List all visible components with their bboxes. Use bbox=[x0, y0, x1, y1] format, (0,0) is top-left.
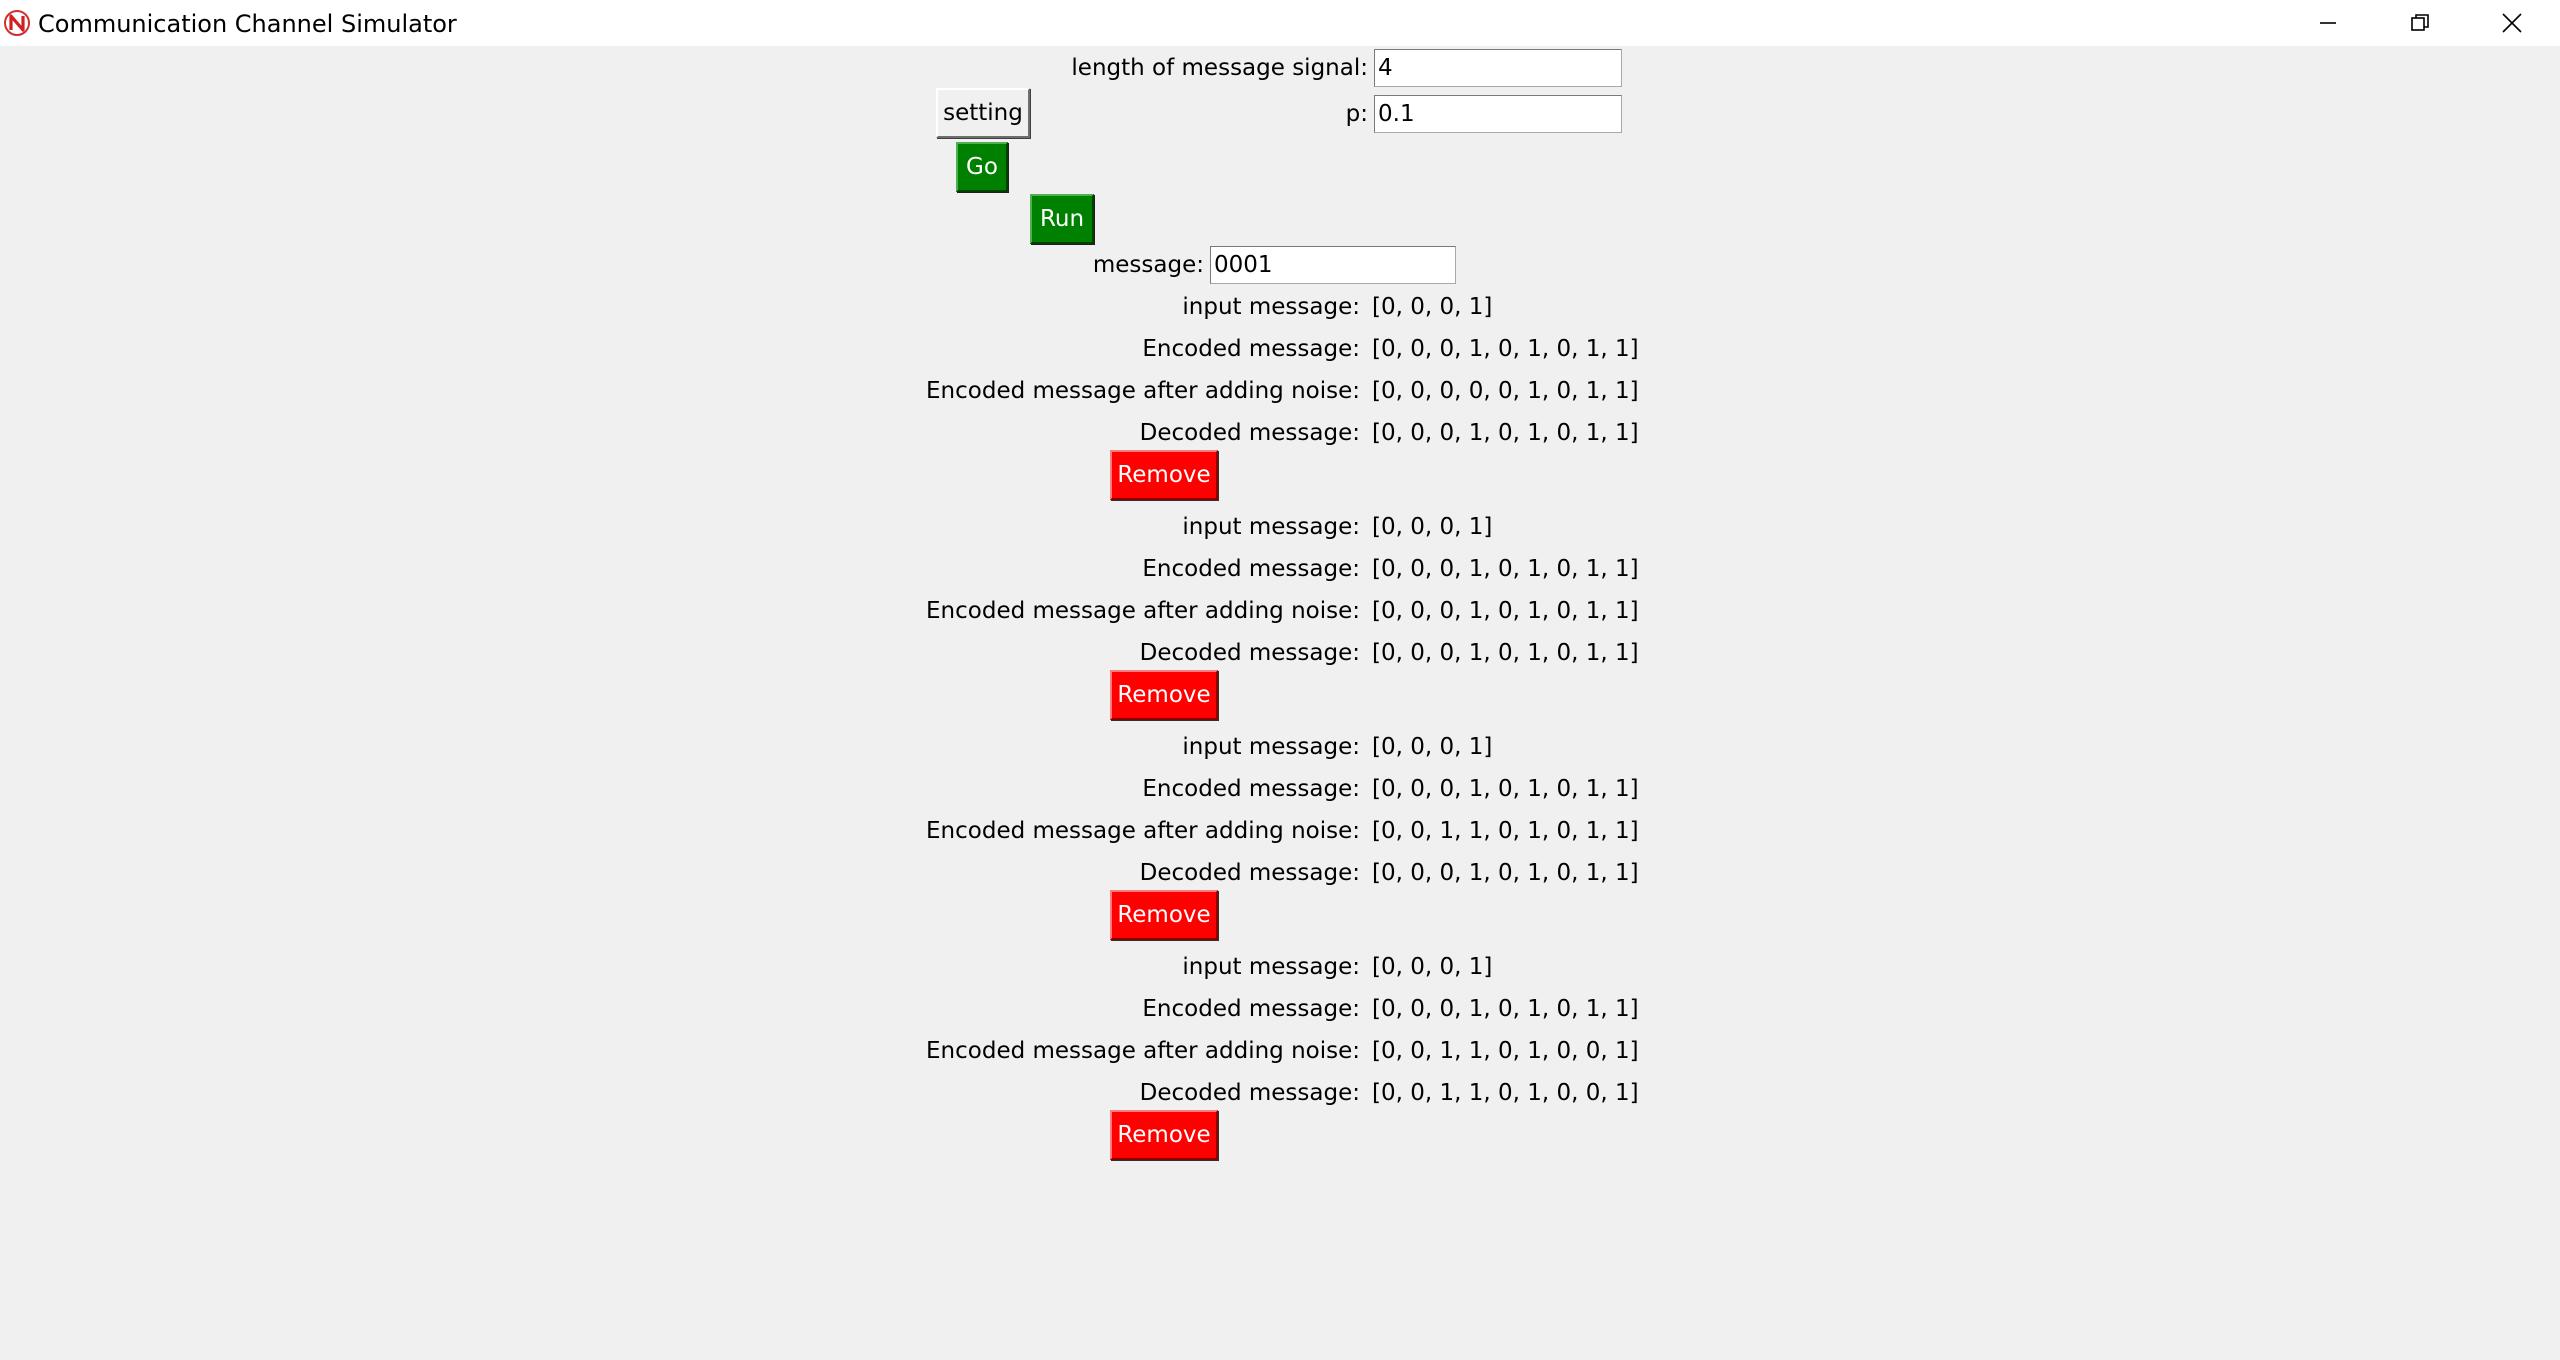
input-value: [0, 0, 0, 1] bbox=[1372, 514, 1493, 540]
result-block-3: input message: [0, 0, 0, 1] Encoded mess… bbox=[0, 730, 2560, 950]
minimize-button[interactable] bbox=[2282, 0, 2374, 46]
decoded-value: [0, 0, 0, 1, 0, 1, 0, 1, 1] bbox=[1372, 420, 1639, 446]
encoded-value: [0, 0, 0, 1, 0, 1, 0, 1, 1] bbox=[1372, 996, 1639, 1022]
input-row: input message: [0, 0, 0, 1] bbox=[0, 510, 2560, 544]
noisy-value: [0, 0, 0, 0, 0, 1, 0, 1, 1] bbox=[1372, 378, 1639, 404]
close-button[interactable] bbox=[2466, 0, 2558, 46]
encoded-value: [0, 0, 0, 1, 0, 1, 0, 1, 1] bbox=[1372, 336, 1639, 362]
noisy-label: Encoded message after adding noise: bbox=[926, 378, 1360, 404]
app-icon bbox=[4, 10, 30, 36]
decoded-row: Decoded message: [0, 0, 0, 1, 0, 1, 0, 1… bbox=[0, 856, 2560, 890]
message-input[interactable] bbox=[1210, 246, 1456, 284]
encoded-row: Encoded message: [0, 0, 0, 1, 0, 1, 0, 1… bbox=[0, 332, 2560, 366]
input-value: [0, 0, 0, 1] bbox=[1372, 734, 1493, 760]
minimize-icon bbox=[2320, 22, 2336, 24]
message-label: message: bbox=[1092, 252, 1204, 278]
remove-button[interactable]: Remove bbox=[1110, 890, 1218, 940]
input-label: input message: bbox=[1182, 734, 1360, 760]
window-title: Communication Channel Simulator bbox=[38, 10, 457, 38]
encoded-row: Encoded message: [0, 0, 0, 1, 0, 1, 0, 1… bbox=[0, 552, 2560, 586]
restore-icon bbox=[2411, 14, 2429, 31]
decoded-value: [0, 0, 0, 1, 0, 1, 0, 1, 1] bbox=[1372, 860, 1639, 886]
noisy-row: Encoded message after adding noise: [0, … bbox=[0, 594, 2560, 628]
noisy-row: Encoded message after adding noise: [0, … bbox=[0, 814, 2560, 848]
noisy-value: [0, 0, 1, 1, 0, 1, 0, 1, 1] bbox=[1372, 818, 1639, 844]
encoded-label: Encoded message: bbox=[1142, 996, 1360, 1022]
decoded-row: Decoded message: [0, 0, 0, 1, 0, 1, 0, 1… bbox=[0, 636, 2560, 670]
input-label: input message: bbox=[1182, 514, 1360, 540]
remove-button[interactable]: Remove bbox=[1110, 670, 1218, 720]
encoded-label: Encoded message: bbox=[1142, 776, 1360, 802]
encoded-row: Encoded message: [0, 0, 0, 1, 0, 1, 0, 1… bbox=[0, 992, 2560, 1026]
noisy-label: Encoded message after adding noise: bbox=[926, 818, 1360, 844]
run-button[interactable]: Run bbox=[1030, 194, 1094, 244]
decoded-row: Decoded message: [0, 0, 0, 1, 0, 1, 0, 1… bbox=[0, 416, 2560, 450]
decoded-value: [0, 0, 0, 1, 0, 1, 0, 1, 1] bbox=[1372, 640, 1639, 666]
restore-button[interactable] bbox=[2374, 0, 2466, 46]
p-input[interactable] bbox=[1374, 95, 1622, 133]
title-bar: Communication Channel Simulator bbox=[0, 0, 2560, 46]
close-icon bbox=[2502, 13, 2522, 33]
noisy-value: [0, 0, 1, 1, 0, 1, 0, 0, 1] bbox=[1372, 1038, 1639, 1064]
setting-button[interactable]: setting bbox=[936, 88, 1030, 138]
decoded-label: Decoded message: bbox=[1139, 640, 1360, 666]
decoded-label: Decoded message: bbox=[1139, 860, 1360, 886]
length-input[interactable] bbox=[1374, 49, 1622, 87]
noisy-row: Encoded message after adding noise: [0, … bbox=[0, 1034, 2560, 1068]
encoded-value: [0, 0, 0, 1, 0, 1, 0, 1, 1] bbox=[1372, 776, 1639, 802]
remove-button[interactable]: Remove bbox=[1110, 450, 1218, 500]
input-label: input message: bbox=[1182, 294, 1360, 320]
result-block-1: input message: [0, 0, 0, 1] Encoded mess… bbox=[0, 290, 2560, 510]
input-row: input message: [0, 0, 0, 1] bbox=[0, 290, 2560, 324]
input-row: input message: [0, 0, 0, 1] bbox=[0, 950, 2560, 984]
decoded-row: Decoded message: [0, 0, 1, 1, 0, 1, 0, 0… bbox=[0, 1076, 2560, 1110]
noisy-row: Encoded message after adding noise: [0, … bbox=[0, 374, 2560, 408]
length-label: length of message signal: bbox=[1071, 55, 1368, 81]
go-button[interactable]: Go bbox=[956, 142, 1008, 192]
noisy-value: [0, 0, 0, 1, 0, 1, 0, 1, 1] bbox=[1372, 598, 1639, 624]
input-label: input message: bbox=[1182, 954, 1360, 980]
encoded-value: [0, 0, 0, 1, 0, 1, 0, 1, 1] bbox=[1372, 556, 1639, 582]
encoded-label: Encoded message: bbox=[1142, 336, 1360, 362]
decoded-label: Decoded message: bbox=[1139, 1080, 1360, 1106]
p-label: p: bbox=[1345, 101, 1368, 127]
noisy-label: Encoded message after adding noise: bbox=[926, 1038, 1360, 1064]
input-value: [0, 0, 0, 1] bbox=[1372, 954, 1493, 980]
result-block-2: input message: [0, 0, 0, 1] Encoded mess… bbox=[0, 510, 2560, 730]
result-block-4: input message: [0, 0, 0, 1] Encoded mess… bbox=[0, 950, 2560, 1170]
decoded-label: Decoded message: bbox=[1139, 420, 1360, 446]
noisy-label: Encoded message after adding noise: bbox=[926, 598, 1360, 624]
input-row: input message: [0, 0, 0, 1] bbox=[0, 730, 2560, 764]
input-value: [0, 0, 0, 1] bbox=[1372, 294, 1493, 320]
decoded-value: [0, 0, 1, 1, 0, 1, 0, 0, 1] bbox=[1372, 1080, 1639, 1106]
remove-button[interactable]: Remove bbox=[1110, 1110, 1218, 1160]
encoded-label: Encoded message: bbox=[1142, 556, 1360, 582]
encoded-row: Encoded message: [0, 0, 0, 1, 0, 1, 0, 1… bbox=[0, 772, 2560, 806]
